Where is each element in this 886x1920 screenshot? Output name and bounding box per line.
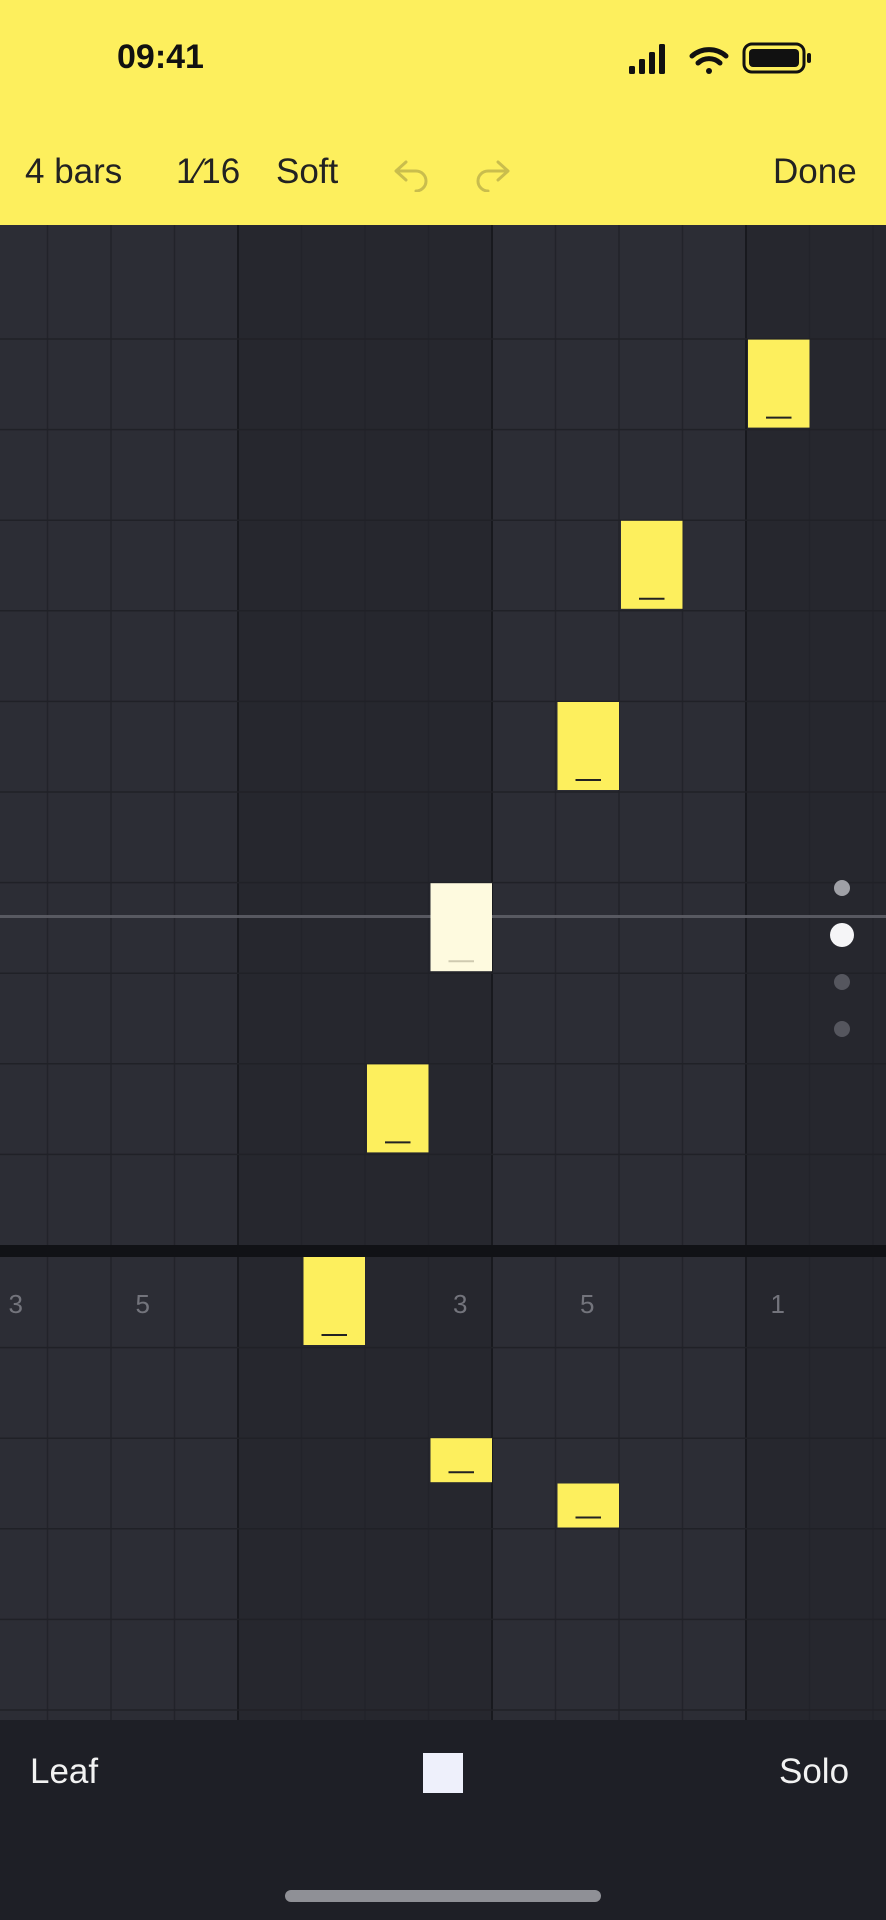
melody-note (621, 520, 683, 609)
melody-note (748, 339, 810, 428)
color-swatch-button[interactable] (423, 1753, 463, 1793)
page-dot[interactable] (830, 923, 854, 947)
top-header: 09:41 4 bars 1⁄16 Soft Done (0, 0, 886, 225)
melody-note (430, 883, 492, 972)
beat-label: 5 (136, 1289, 150, 1319)
melody-note (557, 702, 619, 790)
solo-button[interactable]: Solo (779, 1752, 849, 1792)
signal-icon (629, 44, 665, 74)
section-divider (0, 1245, 886, 1257)
done-button[interactable]: Done (773, 150, 857, 194)
melody-note (367, 1064, 429, 1153)
page-dot[interactable] (834, 974, 850, 990)
sequencer-grid[interactable]: 3 5 3 5 1 (0, 225, 886, 1720)
bass-note (430, 1438, 492, 1483)
beat-label: 3 (453, 1289, 467, 1319)
beat-label: 3 (9, 1289, 23, 1319)
page-dot[interactable] (834, 880, 850, 896)
status-icons (629, 42, 811, 74)
beat-label: 5 (580, 1289, 594, 1319)
piano-roll[interactable]: 3 5 3 5 1 (0, 225, 886, 1720)
redo-icon[interactable] (472, 156, 512, 192)
beat-label: 1 (771, 1289, 785, 1319)
status-time: 09:41 (117, 38, 204, 76)
bass-note (557, 1483, 619, 1528)
preset-button[interactable]: Soft (276, 150, 338, 194)
instrument-label[interactable]: Leaf (30, 1752, 98, 1792)
bass-note (303, 1257, 365, 1345)
battery-icon (742, 42, 811, 74)
home-indicator (285, 1890, 601, 1902)
wifi-icon (689, 47, 729, 74)
undo-icon[interactable] (392, 156, 432, 192)
division-button[interactable]: 1⁄16 (176, 150, 240, 194)
page-dot[interactable] (834, 1021, 850, 1037)
bars-button[interactable]: 4 bars (25, 150, 122, 194)
